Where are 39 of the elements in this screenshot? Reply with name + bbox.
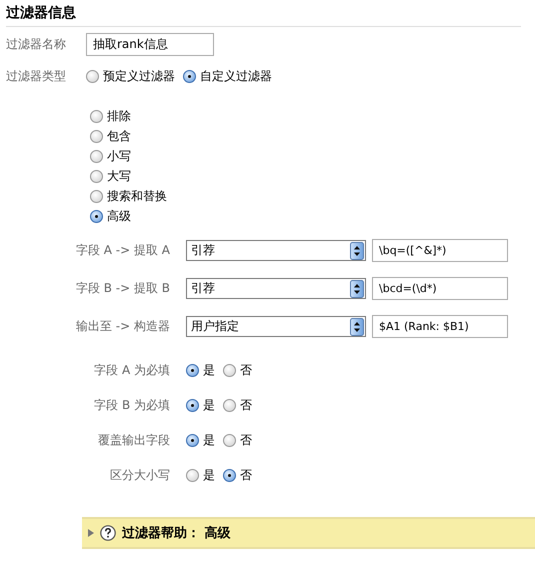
help-label: 过滤器帮助： 高级 xyxy=(122,524,231,542)
radio-option[interactable]: 是 xyxy=(186,467,215,484)
field-label: 过滤器名称 xyxy=(6,36,67,53)
radio-option[interactable]: 包含 xyxy=(90,128,527,145)
radio-option[interactable]: 是 xyxy=(186,362,215,379)
field-label: 字段 B -> 提取 B xyxy=(74,280,171,297)
field-label: 覆盖输出字段 xyxy=(97,432,171,449)
help-bar[interactable]: 过滤器帮助： 高级 xyxy=(82,517,535,549)
text-input-field[interactable]: \bq=([^&]*) xyxy=(372,239,508,262)
radio-option[interactable]: 小写 xyxy=(90,148,527,165)
radio-option[interactable]: 是 xyxy=(186,397,215,414)
radio-option[interactable]: 排除 xyxy=(90,108,527,125)
text-input-field[interactable]: \bcd=(\d*) xyxy=(372,277,508,300)
radio-option[interactable]: 否 xyxy=(223,362,252,379)
field-label: 字段 A 为必填 xyxy=(93,362,171,379)
radio-option[interactable]: 搜索和替换 xyxy=(90,188,527,205)
radio-option[interactable]: 是 xyxy=(186,432,215,449)
field-label: 输出至 -> 构造器 xyxy=(74,318,171,335)
spinner-icon xyxy=(350,242,364,260)
radio-option[interactable]: 否 xyxy=(223,432,252,449)
field-label: 字段 B 为必填 xyxy=(93,397,171,414)
radio-option[interactable]: 高级 xyxy=(90,208,527,225)
spinner-icon xyxy=(350,318,364,336)
radio-option[interactable]: 否 xyxy=(223,467,252,484)
dropdown[interactable]: 用户指定 xyxy=(186,316,366,337)
field-label: 字段 A -> 提取 A xyxy=(74,242,171,259)
spinner-icon xyxy=(350,280,364,298)
help-icon xyxy=(100,525,116,541)
section-title: 过滤器信息 xyxy=(6,4,521,27)
text-input-field[interactable]: $A1 (Rank: $B1) xyxy=(372,315,508,338)
radio-option[interactable]: 否 xyxy=(223,397,252,414)
radio-option[interactable]: 自定义过滤器 xyxy=(183,68,272,85)
field-label: 过滤器类型 xyxy=(6,68,67,85)
radio-option[interactable]: 大写 xyxy=(90,168,527,185)
radio-option[interactable]: 预定义过滤器 xyxy=(86,68,175,85)
dropdown[interactable]: 引荐 xyxy=(186,240,366,261)
name-input-field[interactable]: 抽取rank信息 xyxy=(86,33,214,56)
dropdown[interactable]: 引荐 xyxy=(186,278,366,299)
field-label: 区分大小写 xyxy=(109,467,171,484)
